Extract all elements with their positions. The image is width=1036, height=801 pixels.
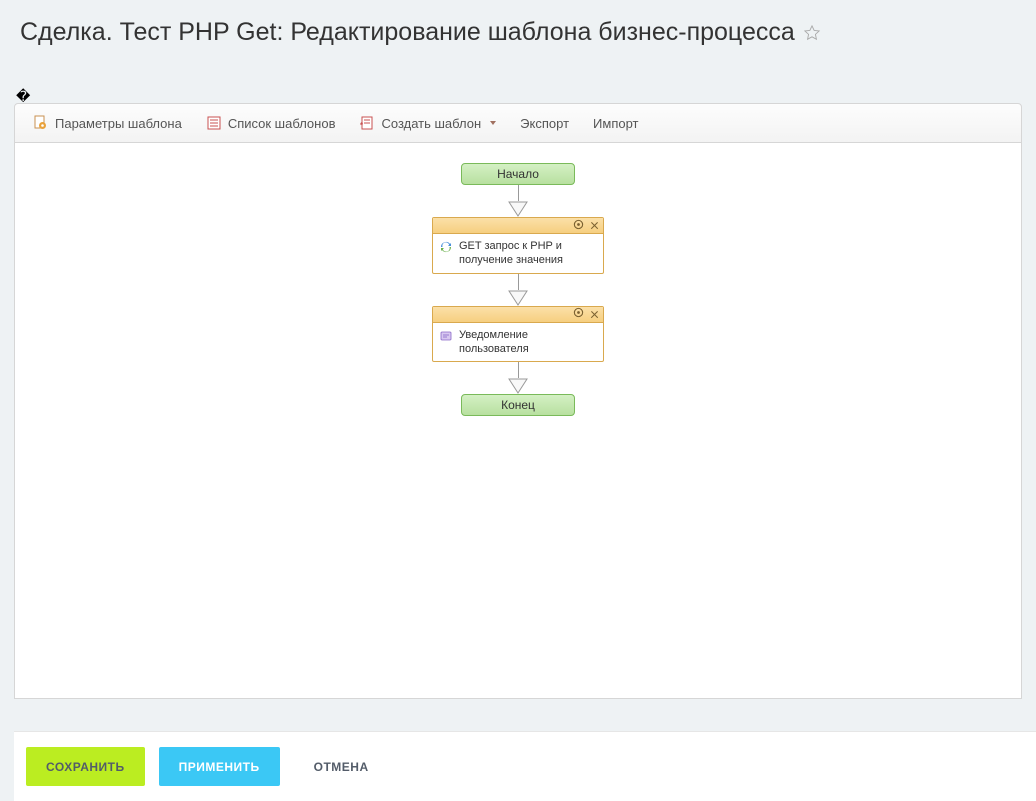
start-node-label: Начало: [497, 167, 539, 181]
gear-icon[interactable]: [573, 305, 584, 323]
page-title: Сделка. Тест PHP Get: Редактирование шаб…: [20, 18, 1016, 47]
activity-header: [433, 218, 603, 234]
toolbar-label: Импорт: [593, 116, 638, 131]
activity-label: Уведомление пользователя: [459, 328, 597, 357]
apply-button[interactable]: Применить: [159, 747, 280, 786]
flow-connector: [508, 274, 528, 306]
save-button[interactable]: Сохранить: [26, 747, 145, 786]
toolbar-label: Параметры шаблона: [55, 116, 182, 131]
chevron-down-icon: [490, 121, 496, 125]
toolbar-export[interactable]: Экспорт: [508, 104, 581, 142]
toolbar-template-params[interactable]: Параметры шаблона: [21, 104, 194, 142]
close-icon[interactable]: [590, 221, 599, 230]
gear-icon[interactable]: [573, 217, 584, 235]
header-area: Сделка. Тест PHP Get: Редактирование шаб…: [0, 0, 1036, 69]
start-node[interactable]: Начало: [461, 163, 575, 185]
flow-connector: [508, 362, 528, 394]
arrow-down-icon: [508, 378, 528, 394]
toolbar-create-template[interactable]: * Создать шаблон: [347, 104, 508, 142]
page-title-text: Сделка. Тест PHP Get: Редактирование шаб…: [20, 18, 795, 47]
arrow-down-icon: [508, 290, 528, 306]
flow-container: Начало GET запрос к PHP и получение знач…: [15, 143, 1021, 416]
note-icon: [439, 328, 453, 347]
end-node-label: Конец: [501, 398, 535, 412]
activity-label: GET запрос к PHP и получение значения: [459, 239, 597, 268]
close-icon[interactable]: [590, 310, 599, 319]
footer-bar: Сохранить Применить Отмена: [14, 731, 1036, 801]
activity-node[interactable]: Уведомление пользователя: [432, 306, 604, 363]
toolbar-import[interactable]: Импорт: [581, 104, 650, 142]
activity-header: [433, 307, 603, 323]
flow-connector: [508, 185, 528, 217]
toolbar: Параметры шаблона Список шаблонов * Созд…: [14, 103, 1022, 143]
cancel-button[interactable]: Отмена: [294, 747, 389, 786]
refresh-icon: [439, 239, 453, 258]
activity-body: Уведомление пользователя: [433, 323, 603, 362]
toolbar-label: Список шаблонов: [228, 116, 336, 131]
unknown-char-icon: �: [16, 88, 30, 105]
end-node[interactable]: Конец: [461, 394, 575, 416]
favorite-star-icon[interactable]: [803, 24, 821, 42]
list-doc-icon: [206, 115, 222, 131]
arrow-down-icon: [508, 201, 528, 217]
gear-doc-icon: [33, 115, 49, 131]
toolbar-template-list[interactable]: Список шаблонов: [194, 104, 348, 142]
activity-node[interactable]: GET запрос к PHP и получение значения: [432, 217, 604, 274]
workflow-canvas[interactable]: Начало GET запрос к PHP и получение знач…: [14, 143, 1022, 699]
activity-body: GET запрос к PHP и получение значения: [433, 234, 603, 273]
toolbar-label: Экспорт: [520, 116, 569, 131]
toolbar-label: Создать шаблон: [381, 116, 481, 131]
new-doc-icon: *: [359, 115, 375, 131]
